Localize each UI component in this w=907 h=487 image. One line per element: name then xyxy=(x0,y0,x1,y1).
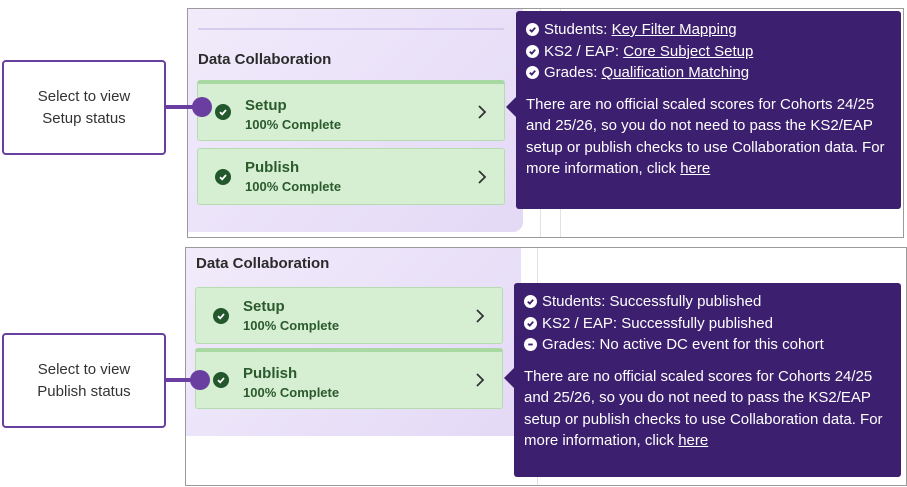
here-link[interactable]: here xyxy=(678,432,708,449)
tooltip-arrow xyxy=(504,368,514,388)
here-link[interactable]: here xyxy=(680,160,710,177)
bottom-setup-card[interactable]: Setup 100% Complete xyxy=(195,287,503,344)
callout-line-1: Select to view xyxy=(37,360,131,378)
top-status-tooltip: Students: Key Filter Mapping KS2 / EAP: … xyxy=(506,11,901,209)
tooltip-row-ks2: KS2 / EAP: Core Subject Setup xyxy=(526,41,891,63)
chevron-right-icon xyxy=(478,169,487,184)
chevron-right-icon xyxy=(476,373,485,387)
setup-title: Setup xyxy=(245,97,287,114)
check-circle-icon xyxy=(526,44,539,58)
check-circle-icon xyxy=(213,307,229,324)
top-callout-dot xyxy=(192,97,212,117)
callout-line-2: Setup status xyxy=(42,109,126,127)
key-filter-mapping-link[interactable]: Key Filter Mapping xyxy=(612,19,737,41)
tooltip-row-ks2: KS2 / EAP: Successfully published xyxy=(524,313,891,335)
chevron-right-icon xyxy=(476,308,485,323)
minus-circle-icon xyxy=(524,338,537,352)
setup-status: 100% Complete xyxy=(243,318,340,333)
check-circle-icon xyxy=(526,23,539,37)
check-circle-icon xyxy=(215,168,231,185)
top-separator xyxy=(198,28,504,30)
tooltip-row-students: Students: Successfully published xyxy=(524,291,891,313)
tooltip-message: There are no official scaled scores for … xyxy=(524,367,883,450)
top-setup-card[interactable]: Setup 100% Complete xyxy=(197,80,505,141)
chevron-right-icon xyxy=(478,105,487,119)
publish-status: 100% Complete xyxy=(243,385,340,400)
check-circle-icon xyxy=(213,372,229,388)
bottom-section-title: Data Collaboration xyxy=(196,255,330,272)
core-subject-setup-link[interactable]: Core Subject Setup xyxy=(623,41,753,63)
top-callout-box: Select to view Setup status xyxy=(2,60,166,155)
publish-title: Publish xyxy=(245,159,300,176)
bottom-publish-card[interactable]: Publish 100% Complete xyxy=(195,348,503,409)
tooltip-row-grades: Grades: No active DC event for this coho… xyxy=(524,334,891,356)
publish-status: 100% Complete xyxy=(245,179,342,194)
publish-title: Publish xyxy=(243,365,298,382)
callout-line-1: Select to view xyxy=(37,87,131,105)
tooltip-message: There are no official scaled scores for … xyxy=(526,95,885,178)
bottom-status-tooltip: Students: Successfully published KS2 / E… xyxy=(504,283,901,477)
qualification-matching-link[interactable]: Qualification Matching xyxy=(602,62,750,84)
check-circle-icon xyxy=(524,295,537,309)
setup-status: 100% Complete xyxy=(245,117,342,132)
top-section-title: Data Collaboration xyxy=(198,51,332,68)
check-circle-icon xyxy=(526,66,539,80)
tooltip-row-students: Students: Key Filter Mapping xyxy=(526,19,891,41)
top-publish-card[interactable]: Publish 100% Complete xyxy=(197,148,505,205)
setup-title: Setup xyxy=(243,298,285,315)
tooltip-arrow xyxy=(506,97,516,117)
callout-line-2: Publish status xyxy=(37,382,131,400)
tooltip-row-grades: Grades: Qualification Matching xyxy=(526,62,891,84)
bottom-callout-dot xyxy=(190,370,210,390)
check-circle-icon xyxy=(215,104,231,120)
bottom-callout-box: Select to view Publish status xyxy=(2,333,166,428)
check-circle-icon xyxy=(524,316,537,330)
